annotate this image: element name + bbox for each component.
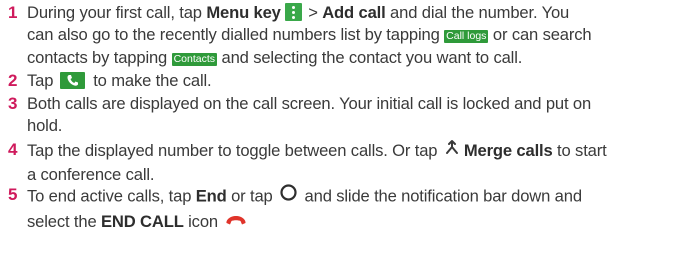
step-text: Tap the displayed number to toggle betwe… <box>27 139 685 187</box>
call-logs-button: Call logs <box>444 30 489 44</box>
text: and dial the number. You <box>385 3 570 22</box>
text: > <box>303 3 323 22</box>
add-call-label: Add call <box>322 3 386 22</box>
menu-key-icon <box>284 3 302 22</box>
text: and slide the notification bar down and <box>300 186 583 206</box>
line: To end active calls, tap End or tap and … <box>27 184 685 210</box>
merge-calls-icon <box>444 139 460 161</box>
line: Both calls are displayed on the call scr… <box>27 94 592 113</box>
text: or can search <box>488 25 592 45</box>
end-label: End <box>195 186 227 206</box>
step-number: 1 <box>8 3 18 22</box>
text: or tap <box>226 186 278 206</box>
menu-key-label: Menu key <box>206 3 281 22</box>
text: During your first call, tap <box>27 3 207 22</box>
text: icon <box>183 212 223 232</box>
line: select the END CALL icon <box>27 210 685 235</box>
merge-calls-label: Merge calls <box>463 141 553 161</box>
step-number: 5 <box>8 185 18 204</box>
text: select the <box>27 212 101 232</box>
text: Tap the displayed number to toggle betwe… <box>27 141 442 161</box>
end-call-icon <box>225 210 247 232</box>
step-text: To end active calls, tap End or tap and … <box>27 184 685 236</box>
line: During your first call, tap Menu key > A… <box>27 2 685 24</box>
text: to make the call. <box>88 71 212 90</box>
step-text: Tap to make the call. <box>27 70 685 92</box>
line: Tap the displayed number to toggle betwe… <box>27 139 685 164</box>
line: can also go to the recently dialled numb… <box>27 24 685 46</box>
text: to start <box>552 141 607 161</box>
call-icon <box>59 71 85 89</box>
end-call-label: END CALL <box>101 212 184 232</box>
line: contacts by tapping Contacts and selecti… <box>27 47 685 69</box>
contacts-button: Contacts <box>171 52 218 66</box>
instruction-list: 1 During your first call, tap Menu key >… <box>0 0 691 276</box>
home-circle-icon <box>280 184 297 207</box>
step-text: During your first call, tap Menu key > A… <box>27 2 685 69</box>
line: hold. <box>27 116 63 136</box>
line: Tap to make the call. <box>27 70 685 92</box>
step-number: 4 <box>8 140 18 159</box>
text: and selecting the contact you want to ca… <box>217 47 523 67</box>
text: Tap <box>27 71 58 90</box>
step-text: Both calls are displayed on the call scr… <box>27 93 685 138</box>
text: To end active calls, tap <box>27 186 196 206</box>
text: can also go to the recently dialled numb… <box>27 25 445 45</box>
text: contacts by tapping <box>27 47 172 67</box>
step-number: 2 <box>8 71 18 90</box>
step-number: 3 <box>8 94 18 113</box>
